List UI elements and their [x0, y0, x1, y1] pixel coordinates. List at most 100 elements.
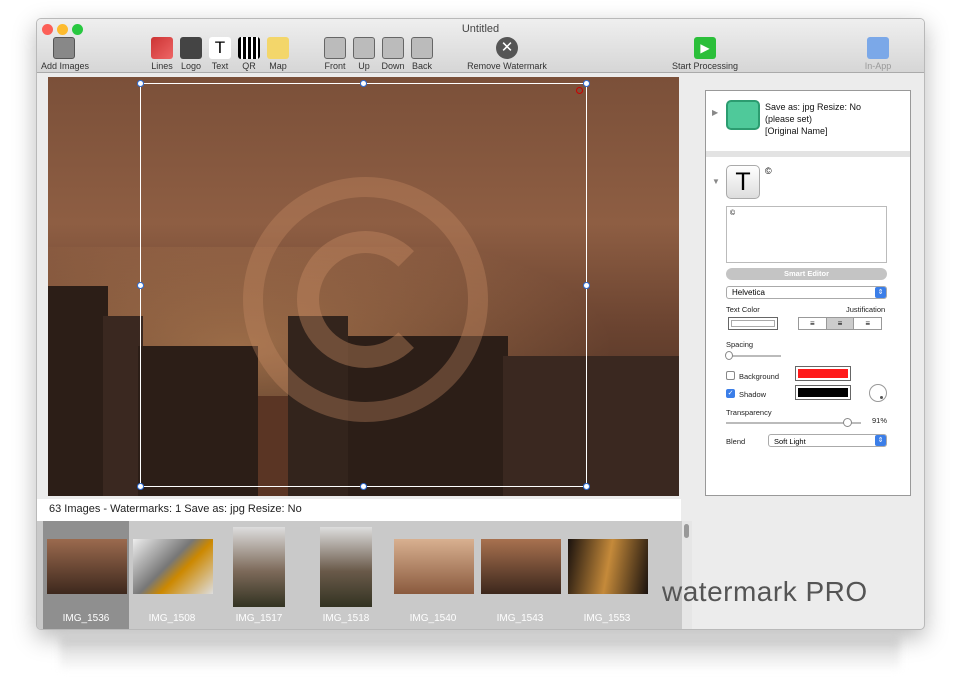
text-watermark-icon[interactable]: T: [726, 165, 760, 199]
front-button[interactable]: Front: [322, 37, 348, 71]
scroll-thumb[interactable]: [684, 524, 689, 538]
blend-select[interactable]: Soft Light ⇕: [768, 434, 887, 447]
thumbnail-item[interactable]: IMG_1540: [390, 521, 476, 629]
background-checkbox[interactable]: [726, 371, 735, 380]
background-label: Background: [739, 372, 780, 381]
thumbnail-image: [233, 527, 285, 607]
down-button[interactable]: Down: [380, 37, 406, 71]
disclosure-triangle-icon[interactable]: ▼: [712, 177, 720, 186]
logo-label: Logo: [180, 61, 202, 71]
resize-handle[interactable]: [360, 80, 367, 87]
spacing-slider-knob[interactable]: [725, 351, 733, 360]
thumbnail-caption: IMG_1553: [583, 613, 631, 624]
qr-icon: [238, 37, 260, 59]
thumbnail-image: [481, 539, 561, 594]
resize-handle[interactable]: [137, 80, 144, 87]
font-select[interactable]: Helvetica ⇕: [726, 286, 887, 299]
thumbnail-item[interactable]: IMG_1543: [477, 521, 563, 629]
justification-segmented[interactable]: ≡ ≡ ≡: [798, 317, 882, 330]
thumbnail-item[interactable]: IMG_1518: [303, 521, 389, 629]
move-up-icon: [353, 37, 375, 59]
cart-icon: [867, 37, 889, 59]
transparency-slider-knob[interactable]: [843, 418, 852, 427]
qr-label: QR: [242, 61, 256, 71]
background-color-well[interactable]: [795, 366, 851, 381]
blend-label: Blend: [726, 437, 746, 446]
add-images-button[interactable]: Add Images: [41, 37, 90, 71]
thumbnail-item[interactable]: IMG_1517: [216, 521, 302, 629]
play-icon: ▶: [694, 37, 716, 59]
text-icon: T: [209, 37, 231, 59]
lines-label: Lines: [151, 61, 173, 71]
thumbnail-caption: IMG_1536: [62, 613, 110, 624]
remove-x-icon: ✕: [496, 37, 518, 59]
thumbnail-image: [320, 527, 372, 607]
settings-panel: ▶ Save as: jpg Resize: No (please set) […: [705, 90, 911, 496]
qr-button[interactable]: QR: [236, 37, 262, 71]
watermark-text-area[interactable]: ©: [726, 206, 887, 263]
resize-handle[interactable]: [137, 282, 144, 289]
status-bar: 63 Images - Watermarks: 1 Save as: jpg R…: [37, 499, 681, 521]
resize-handle[interactable]: [583, 282, 590, 289]
transparency-slider[interactable]: [726, 418, 861, 427]
align-center-icon[interactable]: ≡: [826, 318, 855, 329]
text-color-well[interactable]: [728, 317, 778, 330]
thumbnail-caption: IMG_1543: [496, 613, 544, 624]
resize-handle[interactable]: [583, 483, 590, 490]
thumbnail-item[interactable]: IMG_1536: [43, 521, 129, 629]
back-button[interactable]: Back: [409, 37, 435, 71]
resize-handle[interactable]: [583, 80, 590, 87]
transparency-value: 91%: [872, 416, 888, 425]
thumbnail-item[interactable]: IMG_1553: [564, 521, 650, 629]
text-watermark-section: ▼ T © © Smart Editor Helvetica ⇕ Text Co…: [706, 163, 910, 493]
output-note: (please set): [765, 114, 813, 124]
shadow-checkbox[interactable]: ✓: [726, 389, 735, 398]
text-color-label: Text Color: [726, 305, 760, 314]
thumbnail-item[interactable]: IMG_1508: [129, 521, 215, 629]
background-swatch: [798, 369, 848, 378]
shadow-color-well[interactable]: [795, 385, 851, 400]
title-toolbar: Untitled Add Images Lines Logo T Text QR…: [37, 19, 924, 73]
lines-button[interactable]: Lines: [149, 37, 175, 71]
remove-watermark-button[interactable]: ✕ Remove Watermark: [465, 37, 549, 71]
app-window: Untitled Add Images Lines Logo T Text QR…: [36, 18, 925, 630]
resize-handle[interactable]: [360, 483, 367, 490]
in-app-button[interactable]: In-App: [861, 37, 895, 71]
align-right-icon[interactable]: ≡: [854, 318, 881, 329]
output-name: [Original Name]: [765, 126, 828, 136]
text-button[interactable]: T Text: [207, 37, 233, 71]
up-button[interactable]: Up: [351, 37, 377, 71]
start-processing-button[interactable]: ▶ Start Processing: [669, 37, 741, 71]
in-app-label: In-App: [864, 61, 892, 71]
blend-value: Soft Light: [774, 437, 806, 446]
shadow-angle-dial[interactable]: [869, 384, 887, 402]
align-left-icon[interactable]: ≡: [799, 318, 827, 329]
up-label: Up: [358, 61, 370, 71]
thumbnail-image: [133, 539, 213, 594]
smart-editor-button[interactable]: Smart Editor: [726, 268, 887, 280]
map-button[interactable]: Map: [265, 37, 291, 71]
add-images-icon: [53, 37, 75, 59]
chevron-updown-icon: ⇕: [875, 287, 886, 298]
thumbnail-strip[interactable]: IMG_1536 IMG_1508 IMG_1517 IMG_1518 IMG_…: [37, 521, 692, 629]
shadow-swatch: [798, 388, 848, 397]
building: [103, 316, 143, 496]
watermark-selection-box[interactable]: [137, 80, 590, 490]
spacing-label: Spacing: [726, 340, 754, 349]
logo-button[interactable]: Logo: [178, 37, 204, 71]
resize-handle[interactable]: [137, 483, 144, 490]
chevron-updown-icon: ⇕: [875, 435, 886, 446]
disclosure-triangle-icon[interactable]: ▶: [712, 108, 718, 117]
logo-icon: [180, 37, 202, 59]
justification-label: Justification: [846, 305, 886, 314]
shadow-label: Shadow: [739, 390, 767, 399]
image-preview-canvas[interactable]: [48, 77, 679, 496]
output-format: Save as: jpg Resize: No: [765, 102, 862, 112]
spacing-slider[interactable]: [725, 351, 781, 360]
map-icon: [267, 37, 289, 59]
window-reflection: [60, 638, 900, 668]
rotate-handle[interactable]: [576, 87, 583, 94]
add-images-label: Add Images: [41, 61, 90, 71]
back-label: Back: [411, 61, 432, 71]
output-settings-icon[interactable]: [726, 100, 760, 130]
